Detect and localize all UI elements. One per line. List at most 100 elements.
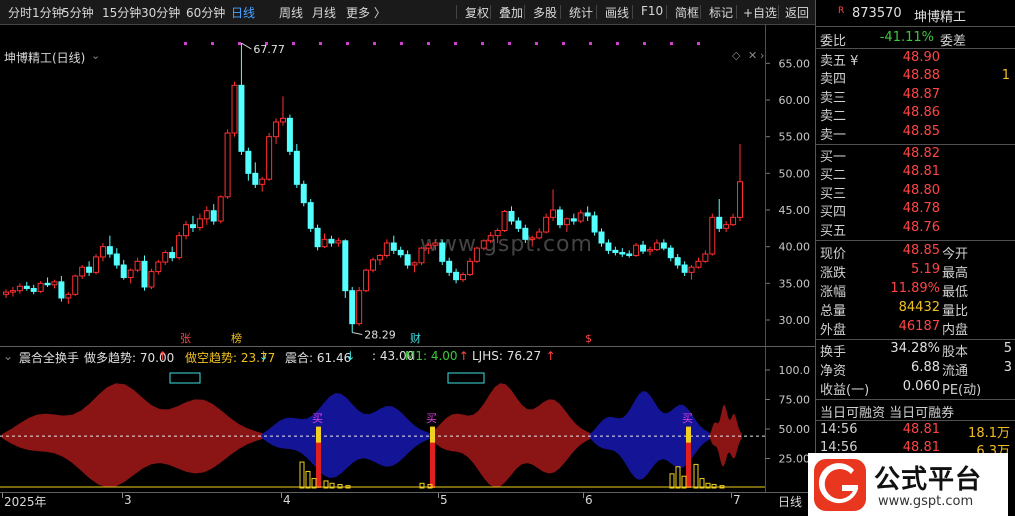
candle[interactable] (127, 268, 134, 284)
candle[interactable] (453, 268, 460, 284)
candle[interactable] (529, 235, 536, 247)
candle[interactable] (439, 239, 446, 265)
candle[interactable] (134, 257, 141, 273)
bids-row[interactable]: 买二 48.81 (820, 164, 1015, 183)
candle[interactable] (286, 114, 293, 155)
indicator-chart[interactable]: 100.0 75.00 50.00 25.00 买 买 买 (0, 366, 815, 492)
candle[interactable] (460, 272, 467, 282)
candle[interactable] (494, 228, 501, 243)
candle[interactable] (397, 246, 404, 258)
toolbar-action-6[interactable]: 简框 (675, 4, 699, 21)
event-marker[interactable]: 榜 (231, 331, 242, 345)
candle[interactable] (106, 235, 113, 258)
candle[interactable] (356, 287, 363, 326)
period-label[interactable]: 日线 (778, 493, 802, 510)
toolbar-action-5[interactable]: F10 (641, 4, 663, 18)
candle[interactable] (23, 281, 30, 291)
candle[interactable] (716, 199, 723, 232)
toolbar-period-4[interactable]: 30分钟 (141, 4, 180, 21)
candle[interactable] (189, 215, 196, 232)
candle[interactable] (252, 162, 259, 188)
candle[interactable] (231, 81, 238, 137)
asks-row[interactable]: 卖二 48.86 (820, 105, 1015, 124)
candle[interactable] (695, 257, 702, 269)
candle[interactable] (577, 210, 584, 224)
candle[interactable] (224, 129, 231, 199)
candle[interactable] (279, 96, 286, 126)
candle[interactable] (522, 224, 529, 243)
candle[interactable] (515, 217, 522, 232)
bids-row[interactable]: 买四 48.78 (820, 201, 1015, 220)
candle[interactable] (674, 254, 681, 269)
candle[interactable] (196, 213, 203, 231)
candle[interactable] (543, 213, 550, 234)
candle[interactable] (612, 246, 619, 256)
toolbar-action-9[interactable]: 返回 (785, 4, 809, 21)
candle[interactable] (550, 189, 557, 221)
toolbar-period-0[interactable]: 分时 (8, 4, 32, 21)
candle[interactable] (605, 239, 612, 254)
candle[interactable] (210, 204, 217, 225)
candle[interactable] (626, 250, 633, 258)
toolbar-period-5[interactable]: 60分钟 (186, 4, 225, 21)
candle[interactable] (556, 206, 563, 229)
toolbar-action-2[interactable]: 多股 (533, 4, 557, 21)
asks-row[interactable]: 卖四 48.88 1 (820, 68, 1015, 87)
candle[interactable] (162, 250, 169, 265)
event-marker[interactable]: 财 (410, 331, 421, 345)
candle[interactable] (633, 243, 640, 257)
asks-row[interactable]: 卖三 48.87 (820, 87, 1015, 106)
candle[interactable] (58, 276, 65, 302)
candle[interactable] (93, 254, 100, 275)
toolbar-period-1[interactable]: 1分钟 (32, 4, 64, 21)
candle[interactable] (660, 239, 667, 251)
toolbar-period-9[interactable]: 更多 〉 (346, 4, 386, 21)
candle[interactable] (418, 246, 425, 265)
candle[interactable] (342, 239, 349, 298)
candle[interactable] (709, 213, 716, 256)
candle[interactable] (273, 118, 280, 144)
candle[interactable] (480, 239, 487, 251)
toolbar-period-7[interactable]: 周线 (279, 4, 303, 21)
candle[interactable] (148, 268, 155, 290)
candle[interactable] (141, 255, 148, 291)
candle[interactable] (702, 250, 709, 263)
candle[interactable] (37, 281, 44, 293)
candle[interactable] (65, 292, 72, 304)
candle[interactable] (155, 259, 162, 275)
bids-row[interactable]: 买三 48.80 (820, 183, 1015, 202)
candle[interactable] (646, 246, 653, 256)
candle[interactable] (51, 279, 58, 289)
candle[interactable] (307, 199, 314, 232)
candlestick-chart[interactable]: 65.00 60.00 55.00 50.00 45.00 40.00 35.00 30.00… (0, 24, 815, 346)
bids-row[interactable]: 买一 48.82 (820, 146, 1015, 165)
candle[interactable] (383, 239, 390, 258)
candle[interactable] (730, 213, 737, 227)
candle[interactable] (466, 257, 473, 276)
candle[interactable] (79, 265, 86, 279)
candle[interactable] (667, 245, 674, 262)
candle[interactable] (44, 277, 51, 287)
toolbar-action-7[interactable]: 标记 (709, 4, 733, 21)
candle[interactable] (176, 232, 183, 260)
candle[interactable] (508, 206, 515, 225)
candle[interactable] (584, 206, 591, 221)
event-marker[interactable]: 张 (180, 332, 191, 345)
candle[interactable] (99, 243, 106, 262)
candle[interactable] (446, 257, 453, 276)
candle[interactable] (169, 246, 176, 262)
candle[interactable] (432, 239, 439, 251)
candle[interactable] (653, 239, 660, 252)
toolbar-action-8[interactable]: +自选 (743, 4, 777, 21)
candle[interactable] (9, 287, 16, 297)
candle[interactable] (536, 228, 543, 240)
candle[interactable] (411, 261, 418, 273)
toolbar-period-8[interactable]: 月线 (312, 4, 336, 21)
toolbar-period-2[interactable]: 5分钟 (62, 4, 94, 21)
candle[interactable] (390, 235, 397, 254)
toolbar-action-0[interactable]: 复权 (465, 4, 489, 21)
candle[interactable] (619, 248, 626, 257)
candle[interactable] (404, 250, 411, 269)
candle[interactable] (370, 257, 376, 273)
candle[interactable] (425, 243, 432, 254)
